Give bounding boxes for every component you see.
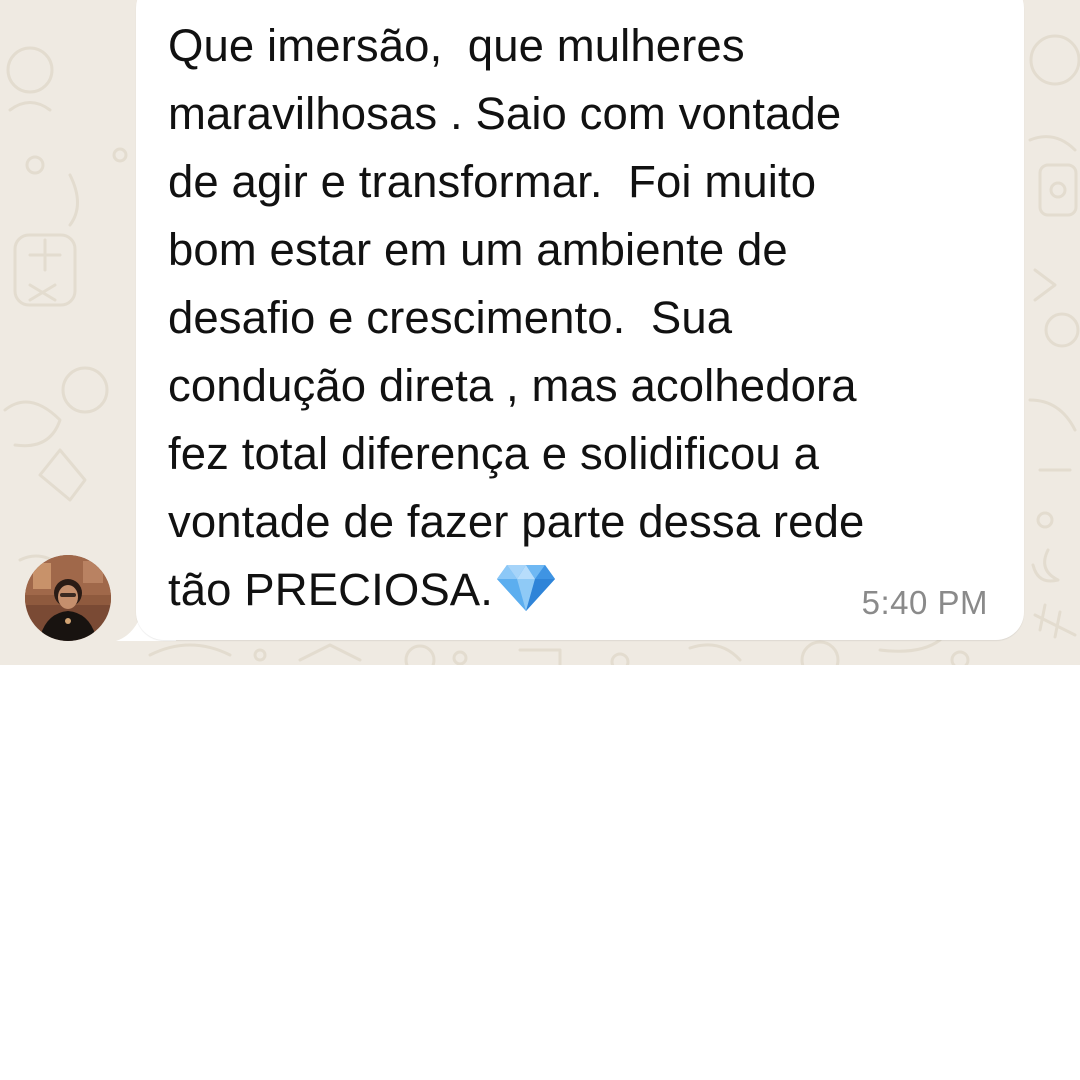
chat-background: Que imersão, que mulheres maravilhosas .… (0, 0, 1080, 665)
avatar-photo (25, 555, 111, 641)
message-line: desafio e crescimento. Sua (168, 292, 733, 343)
message-line: de agir e transformar. Foi muito (168, 156, 817, 207)
message-line: vontade de fazer parte dessa rede (168, 496, 865, 547)
gem-stone-icon (496, 565, 555, 611)
message-text: Que imersão, que mulheres maravilhosas .… (168, 12, 998, 624)
avatar[interactable] (25, 555, 111, 641)
message-line: condução direta , mas acolhedora (168, 360, 857, 411)
message-line: Que imersão, que mulheres (168, 20, 745, 71)
message-line: tão PRECIOSA. (168, 564, 493, 615)
message-line: maravilhosas . Saio com vontade (168, 88, 842, 139)
message-timestamp: 5:40 PM (861, 584, 988, 621)
message-line: bom estar em um ambiente de (168, 224, 788, 275)
blank-area (0, 665, 1080, 1080)
message-line: fez total diferença e solidificou a (168, 428, 819, 479)
